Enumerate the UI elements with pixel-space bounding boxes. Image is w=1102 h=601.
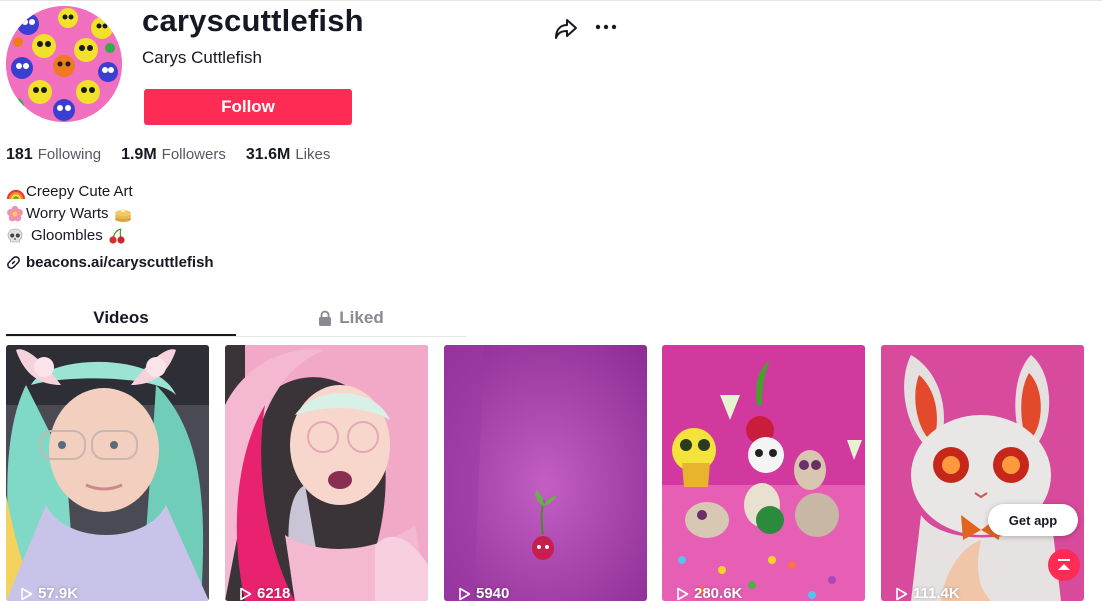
video-thumbnail[interactable]: 5940 <box>444 345 647 601</box>
profile-stats: 181 Following 1.9M Followers 31.6M Likes <box>6 146 350 164</box>
avatar[interactable] <box>6 6 122 122</box>
video-thumbnail[interactable]: 280.6K <box>662 345 865 601</box>
play-icon <box>240 587 252 600</box>
bio: Creepy Cute Art Worry Warts Gloombles <box>6 181 134 247</box>
bio-line: Worry Warts <box>6 203 134 225</box>
following-stat[interactable]: 181 Following <box>6 146 101 164</box>
view-count-text: 280.6K <box>694 585 743 601</box>
follow-button[interactable]: Follow <box>144 89 352 125</box>
bio-link[interactable]: beacons.ai/caryscuttlefish <box>6 254 214 271</box>
top-divider <box>0 0 1102 1</box>
view-count: 280.6K <box>676 585 742 601</box>
video-thumbnail[interactable]: 6218 <box>225 345 428 601</box>
followers-stat[interactable]: 1.9M Followers <box>121 146 226 164</box>
get-app-label: Get app <box>1008 512 1058 528</box>
username: caryscuttlefish <box>142 3 364 38</box>
skull-emoji-icon <box>6 227 24 245</box>
bio-text: Creepy Cute Art <box>26 183 133 200</box>
play-icon <box>459 587 471 600</box>
scrollbar[interactable] <box>1092 345 1102 601</box>
followers-label: Followers <box>161 146 226 163</box>
cherries-emoji-icon <box>108 227 126 245</box>
rainbow-emoji-icon <box>6 183 26 201</box>
tab-videos-label: Videos <box>93 308 149 327</box>
get-app-button[interactable]: Get app <box>988 504 1078 536</box>
view-count-text: 111.4K <box>913 585 960 601</box>
share-icon[interactable] <box>553 16 579 42</box>
blossom-emoji-icon <box>6 205 24 223</box>
nickname: Carys Cuttlefish <box>142 48 262 67</box>
view-count-text: 57.9K <box>38 585 79 601</box>
likes-stat: 31.6M Likes <box>246 146 331 164</box>
bio-line: Gloombles <box>6 225 134 247</box>
view-count: 111.4K <box>895 585 960 601</box>
likes-count: 31.6M <box>245 146 291 163</box>
tab-videos[interactable]: Videos <box>6 300 236 336</box>
arrow-up-to-top-icon <box>1058 559 1070 570</box>
pancakes-emoji-icon <box>114 205 132 223</box>
following-count: 181 <box>6 146 33 163</box>
play-icon <box>896 587 908 600</box>
more-options-icon[interactable] <box>594 16 620 38</box>
tab-liked[interactable]: Liked <box>236 300 466 336</box>
bio-text: Gloombles <box>31 227 103 244</box>
lock-icon <box>319 310 332 326</box>
play-icon <box>677 587 689 600</box>
scroll-to-top-button[interactable] <box>1048 549 1080 581</box>
bio-link-text[interactable]: beacons.ai/caryscuttlefish <box>26 254 214 271</box>
bio-text: Worry Warts <box>26 205 109 222</box>
view-count: 5940 <box>458 585 509 601</box>
followers-count: 1.9M <box>121 146 157 163</box>
active-tab-indicator <box>6 334 236 336</box>
view-count-text: 6218 <box>257 585 291 601</box>
view-count: 6218 <box>239 585 290 601</box>
bio-line: Creepy Cute Art <box>6 181 134 203</box>
view-count: 57.9K <box>20 585 78 601</box>
profile-tabs: Videos Liked <box>6 300 466 337</box>
link-icon <box>7 256 20 269</box>
play-icon <box>21 587 33 600</box>
following-label: Following <box>37 146 102 163</box>
view-count-text: 5940 <box>476 585 510 601</box>
likes-label: Likes <box>295 146 331 163</box>
video-thumbnail[interactable]: 57.9K <box>6 345 209 601</box>
tab-liked-label: Liked <box>339 308 384 327</box>
